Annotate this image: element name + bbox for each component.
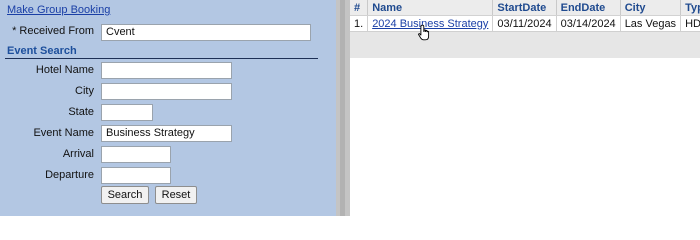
event-name-label: Event Name — [33, 127, 94, 139]
hand-cursor-icon — [418, 24, 430, 41]
results-header-row: # Name StartDate EndDate City Type — [350, 0, 700, 16]
results-panel: # Name StartDate EndDate City Type 1. 20… — [350, 0, 700, 216]
table-row[interactable]: 1. 2024 Business Strategy 03/11/2024 03/… — [350, 15, 700, 32]
state-label: State — [68, 106, 94, 118]
column-header-type[interactable]: Type — [680, 0, 700, 16]
city-label: City — [75, 85, 94, 97]
reset-button[interactable]: Reset — [155, 186, 197, 204]
event-search-title: Event Search — [7, 45, 77, 57]
column-header-number[interactable]: # — [350, 0, 369, 16]
end-date-cell: 03/14/2024 — [556, 15, 621, 32]
hotel-name-label: Hotel Name — [35, 64, 94, 76]
booking-search-panel: Make Group Booking * Received From Cvent… — [0, 0, 336, 216]
state-input[interactable] — [101, 104, 153, 121]
start-date-cell: 03/11/2024 — [492, 15, 557, 32]
city-cell: Las Vegas — [620, 15, 682, 32]
panel-splitter[interactable] — [336, 0, 350, 216]
search-button[interactable]: Search — [101, 186, 149, 204]
column-header-city[interactable]: City — [620, 0, 682, 16]
row-number: 1. — [350, 15, 369, 32]
column-header-name[interactable]: Name — [367, 0, 494, 16]
make-group-booking-link[interactable]: Make Group Booking — [7, 4, 110, 16]
arrival-label: Arrival — [62, 148, 94, 160]
column-header-enddate[interactable]: EndDate — [556, 0, 621, 16]
departure-label: Departure — [45, 169, 94, 181]
arrival-input[interactable] — [101, 146, 171, 163]
results-table: # Name StartDate EndDate City Type 1. 20… — [350, 0, 700, 32]
hotel-name-input[interactable] — [101, 62, 232, 79]
received-from-input[interactable]: Cvent — [101, 24, 311, 41]
event-name-input[interactable]: Business Strategy — [101, 125, 232, 142]
departure-input[interactable] — [101, 167, 171, 184]
type-cell: HD — [680, 15, 700, 32]
section-divider — [5, 58, 318, 59]
splitter-grip[interactable] — [340, 0, 345, 216]
received-from-label: * Received From — [12, 25, 94, 37]
city-input[interactable] — [101, 83, 232, 100]
column-header-startdate[interactable]: StartDate — [492, 0, 557, 16]
